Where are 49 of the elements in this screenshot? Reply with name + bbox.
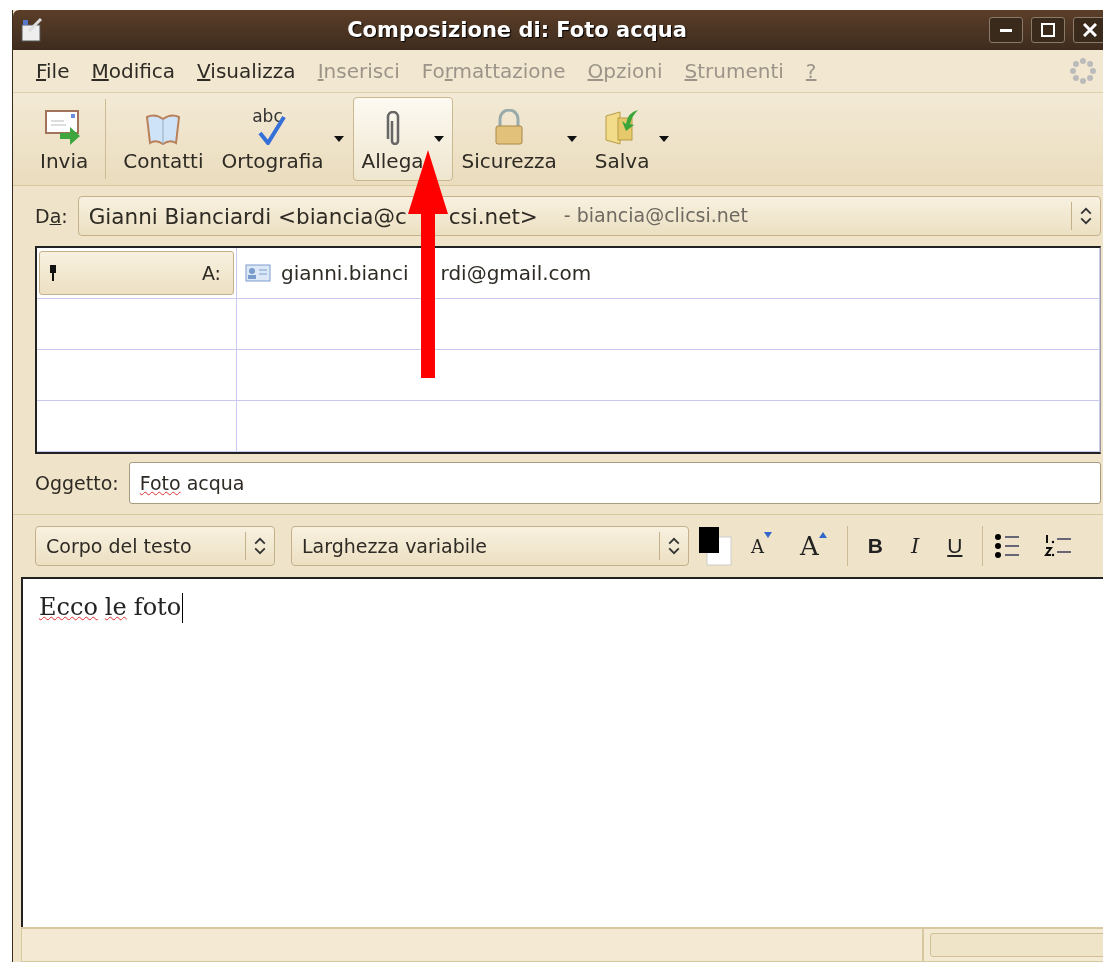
window-title: Composizione di: Foto acqua <box>346 18 688 42</box>
from-label: Da: <box>35 205 68 227</box>
close-icon <box>1083 23 1097 37</box>
toolbar-button[interactable]: abc Ortografia <box>212 97 353 181</box>
recipient-address: rdi@gmail.com <box>440 261 592 285</box>
color-picker-icon[interactable] <box>697 525 733 567</box>
bold-button[interactable]: B <box>857 526 893 566</box>
menu-item[interactable]: File <box>25 59 81 83</box>
menu-item[interactable]: Modifica <box>80 59 187 83</box>
sender-dropdown[interactable]: Gianni Bianciardi <biancia@c csi.net> - biancia@clicsi.net <box>77 196 1101 236</box>
toolbar-button[interactable]: Contatti <box>114 97 213 181</box>
paragraph-style-dropdown[interactable]: Corpo del testo <box>35 526 275 566</box>
app-icon <box>19 17 45 43</box>
padlock-icon <box>495 109 524 145</box>
up-down-arrows-icon <box>254 537 266 555</box>
minimize-button[interactable] <box>989 17 1023 43</box>
recipient-address: gianni.bianci <box>281 261 409 285</box>
toolbar-button[interactable]: Salva <box>585 97 679 181</box>
italic-button[interactable]: I <box>900 526 930 566</box>
recipient-type-cell[interactable] <box>37 350 237 401</box>
pin-icon <box>50 265 56 281</box>
recipient-type-cell[interactable] <box>37 299 237 350</box>
toolbar-button[interactable]: Invia <box>31 97 98 181</box>
contact-card-icon <box>245 264 271 282</box>
abc-label: abc <box>252 109 283 123</box>
subject-field[interactable]: Foto acqua <box>128 462 1101 504</box>
subject-label: Oggetto: <box>35 472 119 494</box>
toolbar-button[interactable]: Sicurezza <box>452 97 586 181</box>
decrease-font-button[interactable]: A <box>741 526 782 566</box>
maximize-button[interactable] <box>1031 17 1065 43</box>
close-button[interactable] <box>1073 17 1103 43</box>
up-down-arrows-icon <box>668 537 680 555</box>
message-body[interactable]: Ecco le foto <box>21 577 1103 927</box>
folder-arrow-icon <box>605 109 640 145</box>
increase-font-button[interactable]: A <box>790 526 837 566</box>
paperclip-icon <box>384 111 401 145</box>
book-icon <box>145 113 182 145</box>
up-down-arrows-icon <box>1080 207 1092 225</box>
menu-item[interactable]: Visualizza <box>186 59 307 83</box>
up-triangle-icon <box>818 532 827 538</box>
underline-button[interactable]: U <box>937 526 973 566</box>
minimize-icon <box>1000 28 1012 32</box>
down-triangle-icon <box>764 532 772 538</box>
throbber-icon <box>1069 57 1097 85</box>
recipient-type-cell[interactable] <box>37 401 237 452</box>
maximize-icon <box>1041 23 1055 37</box>
font-dropdown[interactable]: Larghezza variabile <box>291 526 689 566</box>
toolbar-button[interactable]: Allega <box>352 97 453 181</box>
recipient-address-cell[interactable] <box>237 401 1100 452</box>
